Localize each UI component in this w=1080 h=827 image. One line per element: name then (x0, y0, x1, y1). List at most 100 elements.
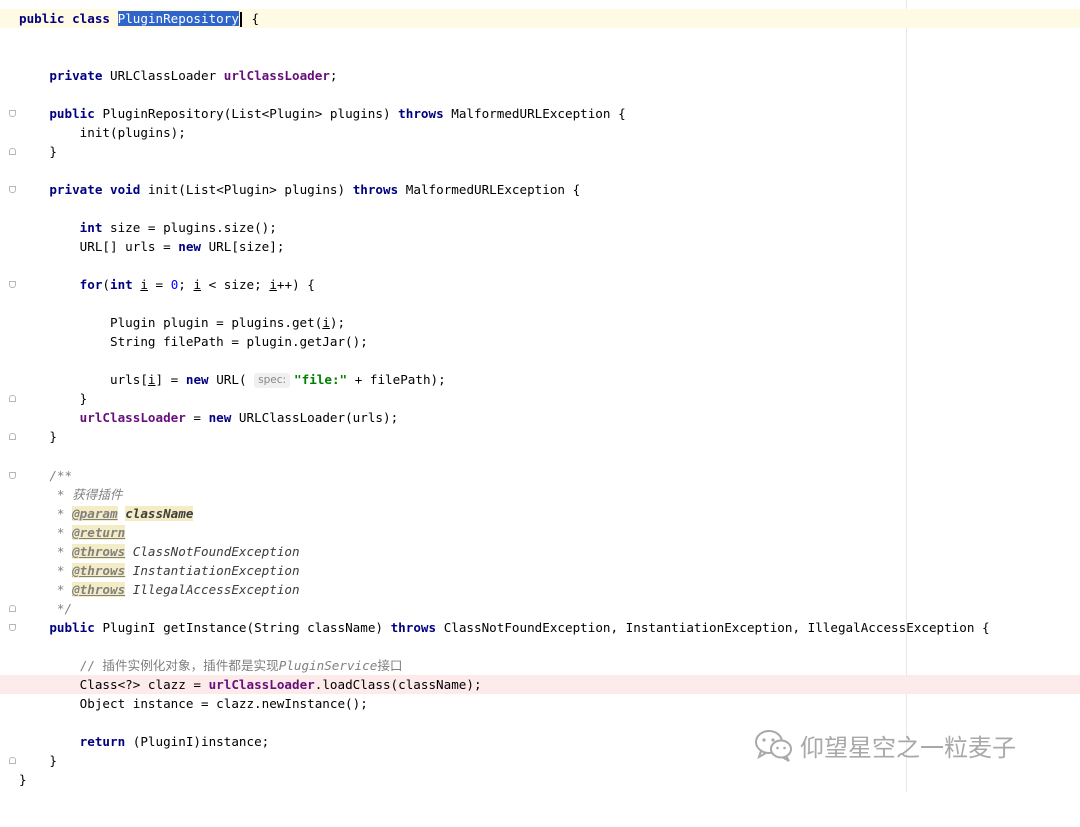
keyword: new (178, 239, 201, 254)
code-token: urls[ (110, 372, 148, 387)
keyword: return (79, 734, 126, 749)
code-line[interactable]: } (0, 770, 1080, 789)
code-line[interactable]: /** (0, 466, 1080, 485)
code-token: ++) { (276, 277, 315, 292)
keyword: throws (398, 106, 444, 121)
fold-marker-icon[interactable] (9, 472, 16, 479)
code-token: Plugin plugin = plugins.get( (110, 315, 323, 330)
code-line[interactable]: * @param className (0, 504, 1080, 523)
doc-exception: ClassNotFoundException (132, 544, 300, 559)
fold-marker-icon[interactable] (9, 624, 16, 631)
code-line[interactable]: public PluginRepository(List<Plugin> plu… (0, 104, 1080, 123)
code-token: PluginRepository(List<Plugin> plugins) (102, 106, 391, 121)
comment-class-ref: PluginService (278, 658, 378, 673)
keyword: new (208, 410, 232, 425)
code-token: { (243, 11, 260, 26)
keyword: int (79, 220, 103, 235)
code-line[interactable]: Object instance = clazz.newInstance(); (0, 694, 1080, 713)
field-name: urlClassLoader (79, 410, 186, 425)
code-token: ClassNotFoundException, InstantiationExc… (443, 620, 990, 635)
code-token: String filePath = plugin.getJar(); (110, 334, 368, 349)
code-line[interactable]: * @throws IllegalAccessException (0, 580, 1080, 599)
loop-variable: i (193, 277, 202, 292)
fold-marker-icon[interactable] (9, 186, 16, 193)
doc-comment: * 获得插件 (56, 487, 123, 502)
code-token: size = plugins.size(); (110, 220, 277, 235)
keyword: public (19, 11, 65, 26)
fold-marker-icon[interactable] (9, 605, 16, 612)
code-token: ; (329, 68, 338, 83)
keyword: int (110, 277, 133, 292)
code-token: } (49, 144, 57, 159)
code-token: URL[size]; (208, 239, 285, 254)
code-token: URL( (216, 372, 247, 387)
doc-exception: IllegalAccessException (132, 582, 300, 597)
code-line[interactable]: * @throws InstantiationException (0, 561, 1080, 580)
code-line[interactable]: } (0, 389, 1080, 408)
fold-marker-icon[interactable] (9, 148, 16, 155)
watermark: 仰望星空之一粒麦子 (754, 725, 1016, 765)
doc-comment: */ (56, 601, 73, 616)
fold-marker-icon[interactable] (9, 433, 16, 440)
doc-tag: @throws (72, 563, 126, 578)
code-token: { (610, 106, 626, 121)
loop-variable: i (269, 277, 277, 292)
code-token: } (19, 772, 27, 787)
code-token: ( (102, 277, 111, 292)
keyword: void (110, 182, 141, 197)
doc-tag: @return (72, 525, 126, 540)
code-token: Class<?> clazz = (79, 677, 209, 692)
doc-comment: * (56, 525, 73, 540)
code-line[interactable]: private void init(List<Plugin> plugins) … (0, 180, 1080, 199)
code-line[interactable]: private URLClassLoader urlClassLoader; (0, 66, 1080, 85)
comment-text: // 插件实例化对象，插件都是实现 (79, 658, 279, 673)
code-line[interactable]: * @return (0, 523, 1080, 542)
code-token: MalformedURLException (405, 182, 566, 197)
code-token: } (49, 429, 57, 444)
loop-variable: i (140, 277, 148, 292)
code-line[interactable]: urlClassLoader = new URLClassLoader(urls… (0, 408, 1080, 427)
code-token: init(plugins); (79, 125, 186, 140)
code-line[interactable]: URL[] urls = new URL[size]; (0, 237, 1080, 256)
code-token: + filePath); (347, 372, 446, 387)
code-line[interactable]: } (0, 427, 1080, 446)
code-line[interactable]: int size = plugins.size(); (0, 218, 1080, 237)
code-line[interactable]: } (0, 142, 1080, 161)
code-line[interactable]: for(int i = 0; i < size; i++) { (0, 275, 1080, 294)
code-line[interactable]: public class PluginRepository { (0, 9, 1080, 28)
wechat-icon (755, 730, 792, 762)
selected-class-name[interactable]: PluginRepository (117, 11, 239, 26)
code-token: URL[] urls = (79, 239, 179, 254)
code-token: ; (178, 277, 194, 292)
parameter-hint: spec: (254, 373, 291, 388)
code-token: { (565, 182, 581, 197)
keyword: for (79, 277, 103, 292)
fold-marker-icon[interactable] (9, 281, 16, 288)
fold-marker-icon[interactable] (9, 110, 16, 117)
code-token: = (185, 410, 209, 425)
code-line[interactable]: // 插件实例化对象，插件都是实现PluginService接口 (0, 656, 1080, 675)
string-literal: "file:" (294, 372, 348, 387)
code-line[interactable]: Plugin plugin = plugins.get(i); (0, 313, 1080, 332)
fold-marker-icon[interactable] (9, 395, 16, 402)
code-token: } (79, 391, 88, 406)
loop-variable: i (322, 315, 330, 330)
code-line[interactable]: */ (0, 599, 1080, 618)
code-line-highlighted[interactable]: Class<?> clazz = urlClassLoader.loadClas… (0, 675, 1080, 694)
doc-exception: InstantiationException (132, 563, 300, 578)
code-token: Object instance = clazz.newInstance(); (79, 696, 368, 711)
doc-comment: * (56, 563, 73, 578)
code-line[interactable]: init(plugins); (0, 123, 1080, 142)
code-editor[interactable]: public class PluginRepository { private … (0, 0, 1080, 792)
code-line[interactable]: * @throws ClassNotFoundException (0, 542, 1080, 561)
fold-marker-icon[interactable] (9, 757, 16, 764)
doc-tag: @throws (72, 582, 126, 597)
code-line[interactable]: String filePath = plugin.getJar(); (0, 332, 1080, 351)
code-line[interactable]: urls[i] = new URL( spec: "file:" + filePa… (0, 370, 1080, 389)
keyword: class (72, 11, 111, 26)
keyword: throws (390, 620, 437, 635)
code-line[interactable]: public PluginI getInstance(String classN… (0, 618, 1080, 637)
code-token: .loadClass(className); (314, 677, 482, 692)
code-line[interactable]: * 获得插件 (0, 485, 1080, 504)
doc-param-name: className (125, 506, 194, 521)
